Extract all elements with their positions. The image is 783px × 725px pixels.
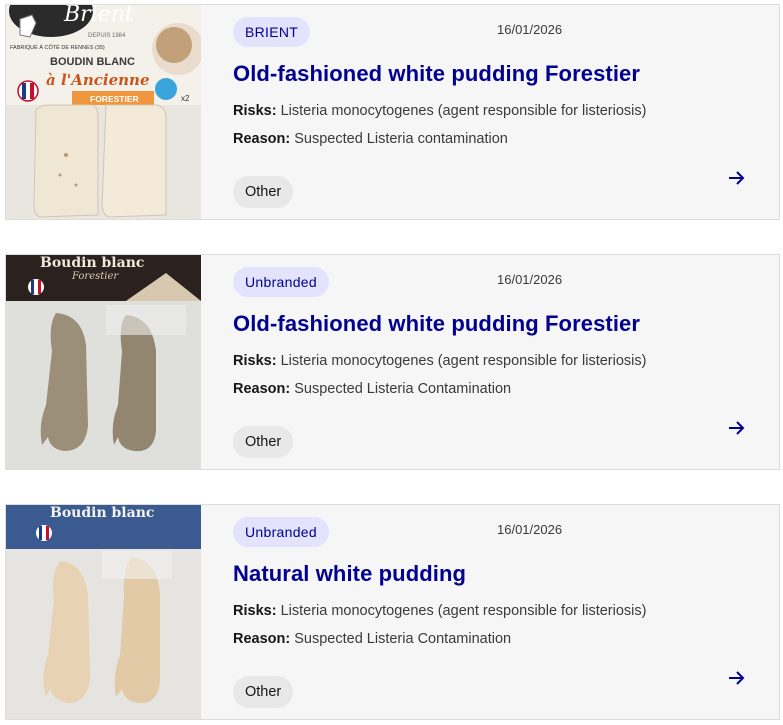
risks-value: Listeria monocytogenes (agent responsibl… bbox=[280, 603, 647, 619]
reason-value: Suspected Listeria Contamination bbox=[294, 631, 512, 647]
category-tag: Other bbox=[233, 676, 294, 708]
category-tag: Other bbox=[233, 176, 294, 208]
risks-line: Risks: Listeria monocytogenes (agent res… bbox=[233, 603, 646, 619]
risks-line: Risks: Listeria monocytogenes (agent res… bbox=[233, 353, 646, 369]
image-variant: FORESTIER bbox=[90, 94, 139, 104]
product-image: Brient DEPUIS 1984 FABRIQUÉ À CÔTÉ DE RE… bbox=[6, 5, 201, 219]
reason-line: Reason: Suspected Listeria Contamination bbox=[233, 631, 511, 647]
reason-label: Reason: bbox=[233, 631, 291, 647]
image-variant: Forestier bbox=[71, 271, 119, 282]
image-product-name: BOUDIN BLANC bbox=[50, 56, 135, 68]
brand-badge: Unbranded bbox=[233, 517, 329, 547]
reason-label: Reason: bbox=[233, 131, 291, 147]
risks-value: Listeria monocytogenes (agent responsibl… bbox=[280, 103, 647, 119]
risks-label: Risks: bbox=[233, 103, 277, 119]
image-product-name: Boudin blanc bbox=[40, 255, 144, 271]
recall-title[interactable]: Old-fashioned white pudding Forestier bbox=[233, 311, 753, 337]
image-product-style: à l'Ancienne bbox=[46, 71, 150, 89]
recall-date: 16/01/2026 bbox=[497, 22, 563, 37]
recall-card[interactable]: Boudin blanc Unbranded 16/01/2026 Natura… bbox=[5, 504, 780, 720]
arrow-right-icon[interactable] bbox=[726, 167, 748, 189]
risks-line: Risks: Listeria monocytogenes (agent res… bbox=[233, 103, 646, 119]
image-brand-text: Brient bbox=[63, 5, 134, 27]
image-count: x2 bbox=[181, 94, 190, 103]
reason-label: Reason: bbox=[233, 381, 291, 397]
reason-line: Reason: Suspected Listeria Contamination bbox=[233, 381, 511, 397]
reason-value: Suspected Listeria Contamination bbox=[294, 381, 512, 397]
image-tagline: DEPUIS 1984 bbox=[88, 33, 126, 39]
image-product-name: Boudin blanc bbox=[50, 505, 154, 521]
recall-card[interactable]: Brient DEPUIS 1984 FABRIQUÉ À CÔTÉ DE RE… bbox=[5, 4, 780, 220]
recall-title[interactable]: Natural white pudding bbox=[233, 561, 753, 587]
image-origin: FABRIQUÉ À CÔTÉ DE RENNES (35) bbox=[10, 44, 105, 51]
recall-date: 16/01/2026 bbox=[497, 522, 563, 537]
arrow-right-icon[interactable] bbox=[726, 417, 748, 439]
product-image: Boudin blanc bbox=[6, 505, 201, 719]
category-tag: Other bbox=[233, 426, 294, 458]
recall-date: 16/01/2026 bbox=[497, 272, 563, 287]
recall-card[interactable]: Boudin blanc Forestier Unbranded 16/01/2… bbox=[5, 254, 780, 470]
reason-value: Suspected Listeria contamination bbox=[294, 131, 508, 147]
risks-value: Listeria monocytogenes (agent responsibl… bbox=[280, 353, 647, 369]
arrow-right-icon[interactable] bbox=[726, 667, 748, 689]
reason-line: Reason: Suspected Listeria contamination bbox=[233, 131, 508, 147]
brand-badge: Unbranded bbox=[233, 267, 329, 297]
product-image: Boudin blanc Forestier bbox=[6, 255, 201, 469]
risks-label: Risks: bbox=[233, 353, 277, 369]
brand-badge: BRIENT bbox=[233, 17, 311, 47]
risks-label: Risks: bbox=[233, 603, 277, 619]
recall-title[interactable]: Old-fashioned white pudding Forestier bbox=[233, 61, 753, 87]
